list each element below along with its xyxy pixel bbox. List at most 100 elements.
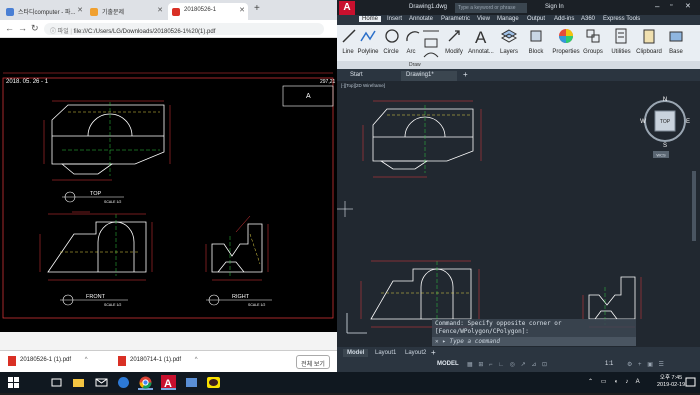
base-button[interactable]: Base — [667, 27, 685, 55]
ribbon-tab-express-tools[interactable]: Express Tools — [603, 16, 640, 22]
front-view-label: FRONT — [86, 294, 106, 300]
new-file-tab-button[interactable]: + — [463, 70, 468, 79]
system-tray-icons[interactable]: ⌃ ▭ ◖ ♪ A — [588, 378, 643, 385]
file-tab-start[interactable]: Start — [345, 71, 368, 81]
chrome-taskbar-icon[interactable] — [138, 375, 153, 390]
reload-icon[interactable]: ↻ — [31, 23, 39, 34]
autocad-title-bar: A Drawing1.dwg Type a keyword or phrase … — [337, 0, 700, 15]
close-tab-icon[interactable]: ✕ — [157, 6, 163, 14]
properties-button[interactable]: Properties — [552, 27, 580, 55]
site-icon — [90, 8, 98, 16]
utilities-button[interactable]: Utilities — [610, 27, 632, 55]
drawing-viewport[interactable]: [-][Top][2D Wireframe] TOP N S E W WCS — [337, 81, 700, 347]
circle-button[interactable]: Circle — [383, 27, 399, 55]
file-tab-drawing1[interactable]: Drawing1* — [401, 71, 457, 81]
url-field[interactable]: ⓘ 파일 | file:///C:/Users/LG/Downloads/201… — [44, 23, 324, 35]
ribbon-tab-a360[interactable]: A360 — [581, 16, 595, 22]
ribbon-tab-manage[interactable]: Manage — [497, 16, 519, 22]
clipboard-icon — [643, 29, 655, 44]
browser-tab-stardy[interactable]: 스타디computer - 파... ✕ — [2, 3, 86, 20]
layout-tab-layout1[interactable]: Layout1 — [371, 349, 400, 357]
ribbon-tab-output[interactable]: Output — [527, 16, 545, 22]
autocad-taskbar-icon[interactable]: A — [161, 375, 176, 390]
command-history: Command: Specify opposite corner or [Fen… — [432, 319, 636, 337]
annotation-scale[interactable]: 1:1 — [605, 361, 613, 367]
edge-browser-icon[interactable] — [116, 375, 131, 390]
address-bar: ← → ↻ ⓘ 파일 | file:///C:/Users/LG/Downloa… — [0, 20, 337, 38]
layout-tab-layout2[interactable]: Layout2 — [401, 349, 430, 357]
sign-in-link[interactable]: Sign In — [545, 4, 564, 10]
polyline-button[interactable]: Polyline — [357, 27, 379, 55]
viewcube-east[interactable]: E — [686, 119, 690, 125]
photos-icon[interactable] — [184, 375, 199, 390]
polyline-icon — [360, 30, 376, 42]
ribbon-panel-titles: Draw — [337, 61, 700, 69]
browser-tab-exam[interactable]: 기출문제 ✕ — [86, 3, 166, 20]
viewcube-top-face[interactable]: TOP — [660, 119, 671, 125]
viewcube-north[interactable]: N — [663, 97, 667, 103]
title-block-label: A — [306, 93, 311, 100]
annotation-button[interactable]: A Annotat... — [468, 27, 494, 55]
autocad-window: A Drawing1.dwg Type a keyword or phrase … — [337, 0, 700, 372]
modify-icon — [448, 30, 460, 42]
cad-front-view — [370, 268, 472, 320]
file-title: Drawing1.dwg — [409, 4, 448, 10]
clipboard-button[interactable]: Clipboard — [636, 27, 662, 55]
download-item[interactable]: 20180526-1 (1).pdf ^ — [8, 356, 88, 366]
file-explorer-icon[interactable] — [71, 375, 86, 390]
viewcube-south[interactable]: S — [663, 143, 667, 149]
close-tab-icon[interactable]: ✕ — [239, 6, 245, 14]
minimize-icon[interactable]: – — [655, 2, 659, 11]
windows-start-icon[interactable] — [6, 375, 21, 390]
color-wheel-icon — [559, 29, 573, 43]
new-layout-button[interactable]: + — [431, 348, 436, 357]
new-tab-button[interactable]: + — [254, 3, 260, 14]
autocad-logo[interactable]: A — [339, 1, 355, 15]
ribbon-tab-annotate[interactable]: Annotate — [409, 16, 433, 22]
pdf-viewer[interactable]: 2018. 05. 26 - 1 297,21 A TOP SCALE 1/2 — [0, 64, 337, 332]
ribbon-tab-view[interactable]: View — [477, 16, 490, 22]
kakaotalk-icon[interactable] — [206, 375, 221, 390]
draw-extra-tools[interactable] — [421, 27, 441, 61]
line-button[interactable]: Line — [340, 27, 356, 55]
maximize-icon[interactable]: ▫ — [670, 2, 672, 9]
vertical-scrollbar[interactable] — [692, 171, 696, 241]
ribbon-tab-parametric[interactable]: Parametric — [441, 16, 470, 22]
workspace-icons[interactable]: ⚙ + ▣ ☰ — [627, 361, 666, 368]
download-item[interactable]: 20180714-1 (1).pdf ^ — [118, 356, 198, 366]
modify-button[interactable]: Modify — [444, 27, 464, 55]
pdf-bottom-gap — [0, 332, 337, 350]
show-all-downloads-button[interactable]: 전체 보기 — [296, 355, 330, 369]
block-button[interactable]: Block — [527, 27, 545, 55]
task-view-icon[interactable] — [49, 375, 64, 390]
close-tab-icon[interactable]: ✕ — [77, 6, 83, 14]
right-view-label: RIGHT — [232, 294, 250, 300]
close-icon[interactable]: ✕ — [685, 2, 691, 10]
arc-button[interactable]: Arc — [404, 27, 420, 55]
layout-tab-model[interactable]: Model — [343, 349, 369, 357]
ribbon-tab-home[interactable]: Home — [359, 16, 382, 22]
groups-button[interactable]: Groups — [583, 27, 603, 55]
viewcube[interactable]: TOP N S E W WCS — [639, 95, 691, 161]
drafting-toggle-icons[interactable]: ▦ ⊞ ⌐ ∟ ◎ ↗ ⊿ ⊡ — [467, 361, 549, 368]
layers-button[interactable]: Layers — [500, 27, 518, 55]
viewcube-icon: TOP N S E W WCS — [640, 97, 690, 158]
chevron-up-icon[interactable]: ^ — [195, 357, 198, 363]
wcs-menu[interactable]: WCS — [656, 153, 666, 158]
notifications-icon[interactable] — [683, 375, 698, 390]
chevron-up-icon[interactable]: ^ — [85, 357, 88, 363]
svg-text:A: A — [164, 378, 172, 390]
command-input[interactable]: ✕ ▸ Type a command — [432, 337, 636, 346]
help-search-input[interactable]: Type a keyword or phrase — [455, 3, 527, 13]
back-icon[interactable]: ← — [5, 23, 14, 33]
front-view — [47, 221, 147, 273]
mail-icon[interactable] — [94, 375, 109, 390]
ribbon-tab-addins[interactable]: Add-ins — [554, 16, 574, 22]
draw-panel-label[interactable]: Draw — [409, 62, 421, 68]
forward-icon[interactable]: → — [18, 23, 27, 33]
ribbon-tab-insert[interactable]: Insert — [387, 16, 402, 22]
viewcube-west[interactable]: W — [640, 119, 646, 125]
model-space-button[interactable]: MODEL — [437, 361, 459, 367]
browser-tab-pdf[interactable]: 20180526-1 ✕ — [168, 3, 248, 20]
taskbar-clock[interactable]: 오후 7:45 2019-02-19 — [657, 375, 685, 389]
